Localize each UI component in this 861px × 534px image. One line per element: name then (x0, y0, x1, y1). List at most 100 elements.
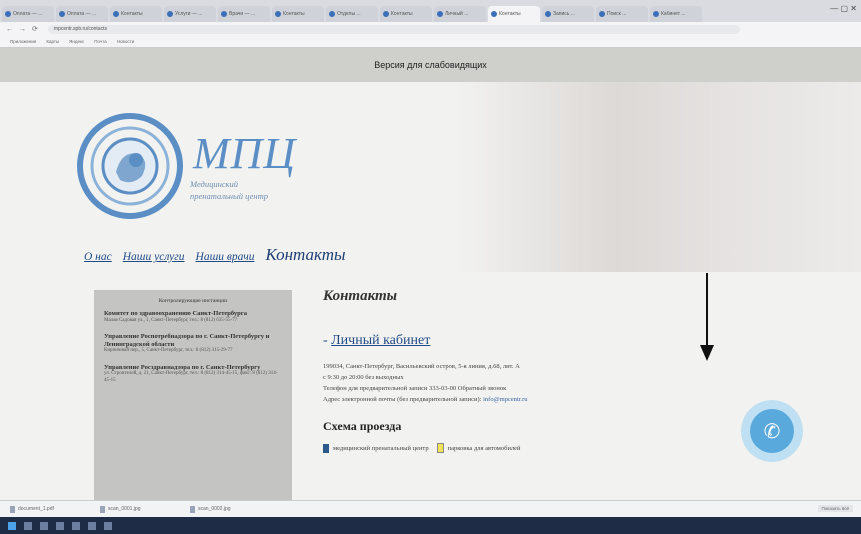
tab-title: Врачи — ... (229, 11, 256, 17)
cabinet-row: - Личный кабинет (323, 333, 743, 349)
show-all-downloads-button[interactable]: Показать всё (817, 505, 853, 512)
tab-favicon-icon (491, 11, 497, 17)
logo-icon (77, 113, 183, 219)
back-icon[interactable]: ← (6, 26, 13, 33)
bookmark-item[interactable]: Приложения (10, 39, 36, 44)
download-item[interactable]: scan_0002.jpg (190, 505, 270, 513)
browser-tab[interactable]: Услуги — ... (164, 6, 216, 22)
main-content: Контакты - Личный кабинет 199034, Санкт-… (323, 288, 743, 453)
personal-cabinet-link[interactable]: Личный кабинет (331, 333, 430, 348)
tab-favicon-icon (221, 11, 227, 17)
tab-favicon-icon (383, 11, 389, 17)
tab-favicon-icon (113, 11, 119, 17)
tab-title: Контакты (121, 11, 143, 17)
legend-center-label: медицинский пренатальный центр (333, 444, 429, 452)
menu-item-about[interactable]: О нас (84, 251, 112, 263)
tab-favicon-icon (167, 11, 173, 17)
email-link[interactable]: info@mpcentr.ru (483, 396, 527, 403)
browser-tab[interactable]: Запись ... (542, 6, 594, 22)
sidebar-block-text: ул. Строителей, д. 21, Санкт-Петербург, … (104, 371, 278, 383)
logo-subtitle-line-1: Медицинский (190, 179, 239, 189)
page-title: Контакты (323, 288, 398, 304)
windows-start-icon[interactable] (8, 521, 16, 530)
browser-tab[interactable]: Оплата — ... (56, 6, 108, 22)
page-content: Контролирующие инстанции Комитет по здра… (0, 272, 861, 502)
download-filename: scan_0002.jpg (198, 506, 231, 512)
tab-title: Личный ... (445, 11, 469, 17)
legend-parking-label: парковка для автомобилей (447, 444, 521, 452)
sidebar-heading: Контролирующие инстанции (158, 298, 228, 304)
phone-text[interactable]: Телефон для предварительной записи 333-0… (323, 383, 743, 394)
callback-button[interactable]: ✆ (741, 400, 803, 462)
url-input[interactable]: mpcentr.spb.ru/contacts (47, 24, 740, 34)
file-icon (100, 505, 105, 513)
browser-tab[interactable]: Контакты (272, 6, 324, 22)
tab-title: Оплата — ... (13, 11, 43, 17)
tab-favicon-icon (653, 11, 659, 17)
browser-tab[interactable]: Личный ... (434, 6, 486, 22)
download-item[interactable]: scan_0001.jpg (100, 505, 180, 513)
file-explorer-icon[interactable] (56, 521, 64, 530)
bookmarks-bar: Приложения Карты Яндекс Почта Новости (0, 36, 861, 48)
tab-title: Контакты (499, 11, 521, 17)
sidebar-block: Комитет по здравоохранению Санкт-Петербу… (104, 310, 282, 324)
menu-item-services[interactable]: Наши услуги (123, 251, 185, 263)
tab-title: Поиск ... (607, 11, 627, 17)
bookmark-item[interactable]: Карты (46, 39, 59, 44)
sidebar: Контролирующие инстанции Комитет по здра… (94, 290, 292, 502)
tab-favicon-icon (437, 11, 443, 17)
annotation-arrow-icon (700, 273, 714, 361)
browser-tab[interactable]: Контакты (488, 6, 540, 22)
accessibility-bar[interactable]: Версия для слабовидящих (0, 48, 861, 82)
tab-title: Отделы ... (337, 11, 361, 17)
task-view-icon[interactable] (40, 521, 48, 530)
scheme-title: Схема проезда (323, 419, 402, 433)
browser-tab[interactable]: Кабинет ... (650, 6, 702, 22)
phone-icon: ✆ (750, 409, 794, 453)
bookmark-item[interactable]: Почта (94, 39, 107, 44)
bookmark-item[interactable]: Новости (117, 39, 134, 44)
tab-favicon-icon (599, 11, 605, 17)
browser-tab[interactable]: Оплата — ... (2, 6, 54, 22)
reload-icon[interactable]: ⟳ (32, 25, 38, 33)
sidebar-block-title[interactable]: Управление Росздравнадзора по г. Санкт-П… (104, 364, 282, 372)
app-icon[interactable] (88, 521, 96, 530)
logo-subtitle: Медицинский пренатальный центр (190, 178, 268, 202)
sidebar-block: Управление Роспотребнадзора по г. Санкт-… (104, 333, 282, 355)
bookmark-item[interactable]: Яндекс (69, 39, 84, 44)
window-controls[interactable]: — ▢ ✕ (830, 4, 857, 13)
menu-item-doctors[interactable]: Наши врачи (196, 251, 255, 263)
download-filename: scan_0001.jpg (108, 506, 141, 512)
tab-favicon-icon (545, 11, 551, 17)
map-legend: медицинский пренатальный центр парковка … (323, 443, 743, 453)
downloads-bar: document_1.pdf scan_0001.jpg scan_0002.j… (0, 500, 861, 517)
email-label: Адрес электронной почты (без предварител… (323, 396, 482, 403)
tab-favicon-icon (329, 11, 335, 17)
browser-icon[interactable] (72, 521, 80, 530)
browser-tab[interactable]: Контакты (110, 6, 162, 22)
browser-tab[interactable]: Контакты (380, 6, 432, 22)
site-header: МПЦ Медицинский пренатальный центр О нас… (0, 82, 861, 272)
forward-icon[interactable]: → (19, 26, 26, 33)
tab-favicon-icon (5, 11, 11, 17)
browser-tab[interactable]: Отделы ... (326, 6, 378, 22)
center-marker-icon (323, 443, 329, 453)
download-item[interactable]: document_1.pdf (10, 505, 90, 513)
menu-item-contacts[interactable]: Контакты (265, 245, 345, 265)
address-text: 199034, Санкт-Петербург, Васильевский ос… (323, 363, 520, 370)
sidebar-block-text: Малая Садовая ул., 1, Санкт-Петербург, т… (104, 317, 238, 323)
accessibility-link[interactable]: Версия для слабовидящих (374, 60, 487, 70)
tab-title: Услуги — ... (175, 11, 203, 17)
sidebar-block-title[interactable]: Комитет по здравоохранению Санкт-Петербу… (104, 310, 282, 318)
parking-marker-icon (436, 443, 444, 453)
browser-tab[interactable]: Поиск ... (596, 6, 648, 22)
browser-tab[interactable]: Врачи — ... (218, 6, 270, 22)
file-icon (10, 505, 15, 513)
hours-text: с 9:30 до 20:00 без выходных (323, 374, 404, 381)
app-icon[interactable] (104, 521, 112, 530)
search-icon[interactable] (24, 521, 32, 530)
sidebar-block-title[interactable]: Управление Роспотребнадзора по г. Санкт-… (104, 333, 282, 348)
os-taskbar (0, 517, 861, 534)
sidebar-block: Управление Росздравнадзора по г. Санкт-П… (104, 364, 282, 385)
email-row: Адрес электронной почты (без предварител… (323, 394, 743, 405)
